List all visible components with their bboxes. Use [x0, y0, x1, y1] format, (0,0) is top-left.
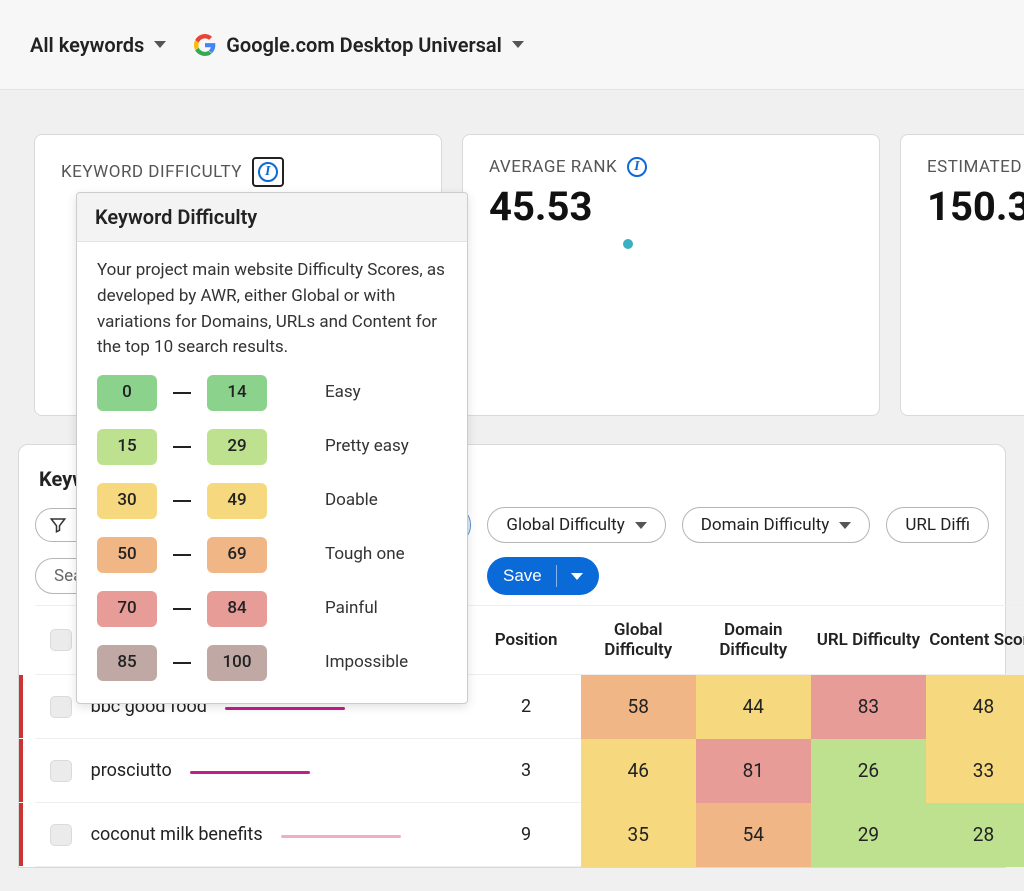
difficulty-legend: 0 14 Easy 15 29 Pretty easy 30 49 Doable… — [97, 375, 447, 681]
save-button[interactable]: Save — [487, 557, 599, 595]
estimated-value: 150.3k — [927, 183, 1024, 230]
legend-high: 29 — [207, 429, 267, 465]
legend-label: Pretty easy — [325, 434, 409, 460]
legend-high: 84 — [207, 591, 267, 627]
dash-icon — [173, 500, 191, 502]
legend-high: 14 — [207, 375, 267, 411]
filter-label: URL Diffi — [905, 515, 970, 535]
legend-row: 0 14 Easy — [97, 375, 447, 411]
legend-low: 50 — [97, 537, 157, 573]
info-icon[interactable] — [627, 157, 647, 177]
cell-domain-difficulty: 81 — [696, 739, 811, 803]
cell-global-difficulty: 35 — [581, 803, 696, 867]
legend-label: Easy — [325, 380, 361, 406]
table-row[interactable]: coconut milk benefits 9 35 54 29 28 — [35, 803, 1024, 867]
legend-high: 100 — [207, 645, 267, 681]
cell-position: 9 — [472, 824, 581, 845]
col-url-difficulty[interactable]: URL Difficulty — [811, 630, 926, 650]
legend-row: 85 100 Impossible — [97, 645, 447, 681]
topbar: All keywords Google.com Desktop Universa… — [0, 0, 1024, 90]
info-icon — [258, 162, 278, 182]
cell-content-score: 28 — [926, 803, 1024, 867]
col-content-score[interactable]: Content Score — [926, 630, 1024, 650]
save-label: Save — [503, 566, 542, 586]
legend-low: 70 — [97, 591, 157, 627]
legend-label: Painful — [325, 596, 378, 622]
info-icon-active[interactable] — [252, 157, 284, 187]
card-title: ESTIMATED — [927, 157, 1022, 177]
tooltip-body-text: Your project main website Difficulty Sco… — [97, 258, 447, 361]
dash-icon — [173, 392, 191, 394]
dash-icon — [173, 662, 191, 664]
col-position[interactable]: Position — [472, 630, 581, 650]
keyword-name: prosciutto — [91, 760, 172, 781]
legend-high: 49 — [207, 483, 267, 519]
legend-label: Doable — [325, 488, 378, 514]
legend-row: 50 69 Tough one — [97, 537, 447, 573]
card-title: KEYWORD DIFFICULTY — [61, 162, 242, 182]
cell-global-difficulty: 46 — [581, 739, 696, 803]
cell-domain-difficulty: 54 — [696, 803, 811, 867]
keywords-filter-label: All keywords — [30, 33, 144, 57]
legend-row: 15 29 Pretty easy — [97, 429, 447, 465]
card-estimated: ESTIMATED 150.3k — [900, 134, 1024, 416]
filter-domain-difficulty[interactable]: Domain Difficulty — [682, 507, 871, 543]
sparkline — [190, 767, 310, 775]
row-checkbox[interactable] — [50, 696, 72, 718]
chevron-down-icon — [635, 522, 647, 529]
filter-label: Global Difficulty — [506, 515, 624, 535]
cell-content-score: 33 — [926, 739, 1024, 803]
legend-row: 70 84 Painful — [97, 591, 447, 627]
table-row[interactable]: prosciutto 3 46 81 26 33 — [35, 739, 1024, 803]
cell-domain-difficulty: 44 — [696, 675, 811, 739]
cell-position: 3 — [472, 760, 581, 781]
divider — [556, 565, 557, 587]
legend-label: Impossible — [325, 650, 408, 676]
row-indicator — [19, 803, 23, 866]
chevron-down-icon — [512, 41, 524, 48]
cell-content-score: 48 — [926, 675, 1024, 739]
row-indicator — [19, 739, 23, 802]
legend-low: 0 — [97, 375, 157, 411]
row-indicator — [19, 675, 23, 738]
funnel-icon — [48, 516, 68, 534]
keyword-name: coconut milk benefits — [91, 824, 263, 845]
filter-global-difficulty[interactable]: Global Difficulty — [487, 507, 665, 543]
filter-url-difficulty[interactable]: URL Diffi — [886, 507, 989, 543]
dash-icon — [173, 608, 191, 610]
chevron-down-icon — [154, 41, 166, 48]
keywords-filter-dropdown[interactable]: All keywords — [30, 33, 166, 57]
chevron-down-icon — [571, 573, 583, 580]
cell-url-difficulty: 29 — [811, 803, 926, 867]
chevron-down-icon — [839, 522, 851, 529]
google-icon — [194, 34, 216, 56]
average-rank-value: 45.53 — [489, 183, 853, 230]
search-engine-dropdown[interactable]: Google.com Desktop Universal — [194, 33, 524, 57]
legend-label: Tough one — [325, 542, 405, 568]
chart-point — [623, 239, 633, 249]
keyword-difficulty-tooltip: Keyword Difficulty Your project main web… — [76, 192, 468, 704]
cell-position: 2 — [472, 696, 581, 717]
legend-low: 30 — [97, 483, 157, 519]
card-average-rank: AVERAGE RANK 45.53 — [462, 134, 880, 416]
filter-label: Domain Difficulty — [701, 515, 830, 535]
sparkline — [281, 831, 401, 839]
select-all-checkbox[interactable] — [50, 629, 72, 651]
col-global-difficulty[interactable]: Global Difficulty — [581, 620, 696, 660]
dash-icon — [173, 554, 191, 556]
legend-low: 85 — [97, 645, 157, 681]
cell-url-difficulty: 83 — [811, 675, 926, 739]
tooltip-title: Keyword Difficulty — [77, 193, 467, 242]
cell-url-difficulty: 26 — [811, 739, 926, 803]
legend-high: 69 — [207, 537, 267, 573]
legend-low: 15 — [97, 429, 157, 465]
legend-row: 30 49 Doable — [97, 483, 447, 519]
row-checkbox[interactable] — [50, 760, 72, 782]
search-engine-label: Google.com Desktop Universal — [226, 33, 502, 57]
col-domain-difficulty[interactable]: Domain Difficulty — [696, 620, 811, 660]
row-checkbox[interactable] — [50, 824, 72, 846]
card-title: AVERAGE RANK — [489, 157, 617, 177]
cell-global-difficulty: 58 — [581, 675, 696, 739]
dash-icon — [173, 446, 191, 448]
